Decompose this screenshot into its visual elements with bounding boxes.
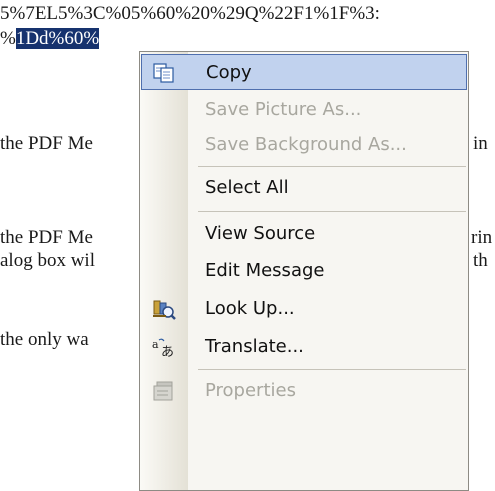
svg-text:a: a xyxy=(152,338,159,351)
page-text: the only wa xyxy=(0,329,89,350)
menu-item-label: Edit Message xyxy=(205,260,325,281)
menu-item-look-up[interactable]: Look Up... xyxy=(141,291,467,327)
research-icon xyxy=(151,298,177,320)
page-text-line: the only wa xyxy=(0,329,89,351)
page-text-line: the PDF Me xyxy=(0,227,93,249)
menu-item-label: Copy xyxy=(206,62,252,83)
menu-item-label: Look Up... xyxy=(205,298,295,319)
page-text: in xyxy=(473,133,488,154)
menu-separator xyxy=(198,211,466,212)
copy-icon xyxy=(152,62,178,84)
page-text: the PDF Me xyxy=(0,227,93,248)
menu-item-label: Properties xyxy=(205,380,296,401)
page-text-line: 5%7EL5%3C%05%60%20%29Q%22F1%1F%3: xyxy=(0,3,380,25)
page-text: rin xyxy=(471,227,493,248)
menu-item-label: View Source xyxy=(205,223,316,244)
page-text-fragment: rin xyxy=(471,227,492,249)
menu-item-translate[interactable]: a あ Translate... xyxy=(141,329,467,365)
translate-icon: a あ xyxy=(151,336,177,360)
page-text-fragment: th xyxy=(473,250,488,272)
properties-icon xyxy=(151,380,177,402)
menu-item-copy[interactable]: Copy xyxy=(141,54,467,90)
menu-item-select-all[interactable]: Select All xyxy=(141,170,467,206)
page-text-fragment: in xyxy=(473,133,488,155)
menu-item-properties[interactable]: Properties xyxy=(141,373,467,409)
menu-item-view-source[interactable]: View Source xyxy=(141,216,467,252)
menu-separator xyxy=(198,369,466,370)
page-text-line: %1Dd%60% xyxy=(0,28,100,50)
page-text: alog box wil xyxy=(0,250,95,271)
svg-text:あ: あ xyxy=(161,345,174,358)
page-text: 5%7EL5%3C%05%60%20%29Q%22F1%1F%3: xyxy=(0,3,380,24)
context-menu: Copy Save Picture As... Save Background … xyxy=(139,51,469,491)
menu-separator xyxy=(198,166,466,167)
selected-text[interactable]: 1Dd%60% xyxy=(15,28,100,49)
page-text-line: alog box wil xyxy=(0,250,95,272)
menu-item-edit-message[interactable]: Edit Message xyxy=(141,253,467,289)
page-text: th xyxy=(473,250,488,271)
page-text: % xyxy=(0,28,16,49)
menu-item-save-picture-as[interactable]: Save Picture As... xyxy=(141,92,467,128)
page-text-line: the PDF Me xyxy=(0,133,93,155)
menu-item-label: Select All xyxy=(205,177,289,198)
page-text: the PDF Me xyxy=(0,133,93,154)
menu-item-save-background-as[interactable]: Save Background As... xyxy=(141,127,467,163)
menu-item-label: Save Background As... xyxy=(205,134,407,155)
menu-item-label: Translate... xyxy=(205,336,304,357)
menu-item-label: Save Picture As... xyxy=(205,99,362,120)
